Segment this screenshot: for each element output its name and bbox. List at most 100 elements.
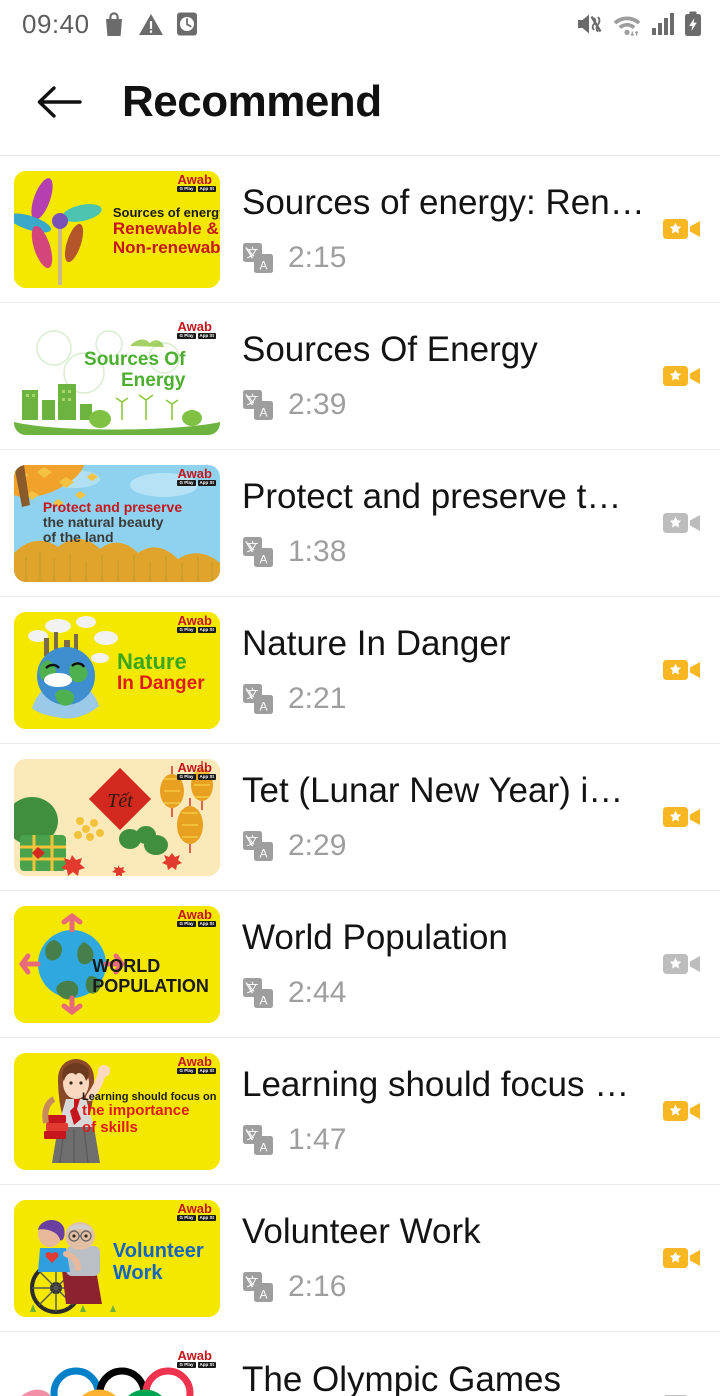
- video-title: Sources Of Energy: [242, 329, 538, 369]
- video-title: Tet (Lunar New Year) i…: [242, 770, 624, 810]
- video-access-badge: [660, 508, 704, 538]
- world-population-thumbnail[interactable]: WORLD POPULATION Awab G Play App St: [14, 905, 220, 1023]
- free-video-badge-icon: [664, 1395, 687, 1396]
- video-item-body: Protect and preserve t… 文 A 1:38: [220, 477, 660, 569]
- video-duration: 1:47: [288, 1123, 347, 1157]
- svg-text:A: A: [259, 700, 267, 714]
- video-access-badge: [660, 1243, 704, 1273]
- video-item-body: Sources of energy: Ren… 文 A 2:15: [220, 183, 660, 275]
- premium-video-badge-icon: [663, 807, 700, 827]
- status-bar-left: 09:40: [22, 9, 575, 40]
- video-meta: 文 A 2:44: [242, 976, 652, 1010]
- translate-icon: 文 A: [243, 537, 273, 568]
- video-meta: 文 A 2:16: [242, 1270, 652, 1304]
- the-olympic-games-thumbnail[interactable]: Awab G Play App St: [14, 1346, 220, 1396]
- free-video-badge-icon: [663, 954, 700, 974]
- video-list-item[interactable]: Sources Of Energy Awab G Play App St Sourc…: [0, 303, 720, 450]
- thumbnail-text-line: WORLD: [92, 955, 161, 976]
- page-title: Recommend: [122, 76, 382, 126]
- svg-text:A: A: [259, 406, 267, 420]
- thumbnail-text-line: Protect and preserve: [42, 498, 183, 515]
- protect-and-preserve-thumbnail[interactable]: Protect and preserve the natural beauty of…: [14, 464, 220, 582]
- thumbnail-caption: Volunteer Work: [113, 1240, 204, 1284]
- svg-text:A: A: [259, 1288, 267, 1302]
- mute-vibrate-icon: [578, 14, 602, 34]
- awab-watermark: Awab G Play App St: [177, 759, 216, 780]
- video-list-item[interactable]: Volunteer Work Awab G Play App St Voluntee…: [0, 1185, 720, 1332]
- video-list-item[interactable]: WORLD POPULATION Awab G Play App St World …: [0, 891, 720, 1038]
- nature-in-danger-thumbnail[interactable]: Nature In Danger Awab G Play App St: [14, 611, 220, 729]
- video-title: Sources of energy: Ren…: [242, 182, 645, 222]
- video-title: Nature In Danger: [242, 623, 511, 663]
- video-access-badge: [660, 655, 704, 685]
- video-list-item[interactable]: Tết Awab G Play App St Tet (Lunar New Ye…: [0, 744, 720, 891]
- video-item-body: Tet (Lunar New Year) i… 文 A 2:29: [220, 771, 660, 863]
- premium-video-badge-icon: [663, 219, 700, 239]
- video-list-item[interactable]: Awab G PlayApp St The Olympic Games 文 A: [0, 1332, 720, 1396]
- video-duration: 2:39: [288, 388, 347, 422]
- video-item-body: The Olympic Games 文 A: [220, 1360, 660, 1396]
- video-title: Volunteer Work: [242, 1211, 481, 1251]
- thumbnail-text-line: POPULATION: [92, 975, 209, 996]
- sources-of-energy-thumbnail[interactable]: Sources Of Energy Awab G Play App St: [14, 317, 220, 435]
- video-list-item[interactable]: Sources of energy: Renewable & Non-renewab…: [0, 156, 720, 303]
- svg-text:A: A: [259, 1141, 267, 1155]
- video-title: Learning should focus …: [242, 1064, 630, 1104]
- thumbnail-text-line: Work: [112, 1262, 163, 1285]
- video-title: World Population: [242, 917, 508, 957]
- video-access-badge: [660, 1096, 704, 1126]
- video-title: Protect and preserve t…: [242, 476, 622, 516]
- awab-watermark: Awab G Play App St: [177, 318, 216, 339]
- cellular-signal-icon: [652, 13, 674, 35]
- warning-triangle-icon: [138, 13, 163, 35]
- awab-watermark: Awab G Play App St: [177, 1347, 216, 1368]
- video-duration: 2:21: [288, 682, 347, 716]
- video-meta: 文 A 2:39: [242, 388, 652, 422]
- awab-watermark: Awab G Play App St: [177, 1053, 216, 1074]
- thumbnail-text-line: Nature: [117, 649, 187, 675]
- video-list-item[interactable]: Nature In Danger Awab G Play App St Nature…: [0, 597, 720, 744]
- learning-importance-of-skills-thumbnail[interactable]: Learning should focus on the importance of…: [14, 1052, 220, 1170]
- premium-video-badge-icon: [663, 1248, 700, 1268]
- awab-watermark: Awab G Play App St: [177, 171, 216, 192]
- tet-lunar-new-year-thumbnail[interactable]: Tết Awab G Play App St: [14, 758, 220, 876]
- thumbnail-caption: Sources of energy: Renewable & Non-renewab…: [112, 204, 220, 258]
- translate-icon: 文 A: [243, 831, 273, 862]
- status-bar: 09:40: [0, 0, 720, 48]
- status-clock: 09:40: [22, 8, 90, 39]
- thumbnail-text-line: Sources of energy:: [112, 204, 220, 220]
- video-access-badge: [660, 949, 704, 979]
- thumbnail-text-line: Sources Of: [84, 349, 186, 371]
- awab-watermark: Awab G Play App St: [177, 612, 216, 633]
- volunteer-work-thumbnail[interactable]: Volunteer Work Awab G Play App St: [14, 1199, 220, 1317]
- svg-text:Tết: Tết: [107, 790, 133, 812]
- thumbnail-caption: Nature In Danger: [117, 649, 205, 695]
- app-bar: Recommend: [0, 48, 720, 156]
- video-item-body: Learning should focus … 文 A 1:47: [220, 1065, 660, 1157]
- video-list-item[interactable]: Protect and preserve the natural beauty of…: [0, 450, 720, 597]
- video-duration: 2:16: [288, 1270, 347, 1304]
- thumbnail-text-line: of the land: [42, 529, 114, 546]
- thumbnail-caption: WORLD POPULATION: [92, 955, 209, 997]
- video-meta: 文 A 1:38: [242, 535, 652, 569]
- thumbnail-text-line: In Danger: [117, 673, 205, 695]
- sources-of-energy-renewable-thumbnail[interactable]: Sources of energy: Renewable & Non-renewab…: [14, 170, 220, 288]
- back-button[interactable]: [30, 73, 88, 131]
- video-meta: 文 A 2:15: [242, 241, 652, 275]
- status-bar-right: [575, 11, 702, 37]
- wifi-icon: [613, 16, 641, 36]
- thumbnail-text-line: Energy: [120, 370, 186, 392]
- video-duration: 2:15: [288, 241, 347, 275]
- free-video-badge-icon: [663, 513, 700, 533]
- premium-video-badge-icon: [663, 660, 700, 680]
- thumbnail-caption: Sources Of Energy: [84, 349, 186, 392]
- svg-text:A: A: [259, 994, 267, 1008]
- thumbnail-caption: Protect and preserve the natural beauty of…: [42, 498, 183, 546]
- recommend-video-list[interactable]: Sources of energy: Renewable & Non-renewab…: [0, 156, 720, 1396]
- back-arrow-icon: [37, 85, 82, 118]
- video-list-item[interactable]: Learning should focus on the importance of…: [0, 1038, 720, 1185]
- video-meta: 文 A 2:21: [242, 682, 652, 716]
- video-duration: 2:44: [288, 976, 347, 1010]
- translate-icon: 文 A: [243, 1125, 273, 1156]
- thumbnail-text-line: Renewable &: [112, 218, 219, 238]
